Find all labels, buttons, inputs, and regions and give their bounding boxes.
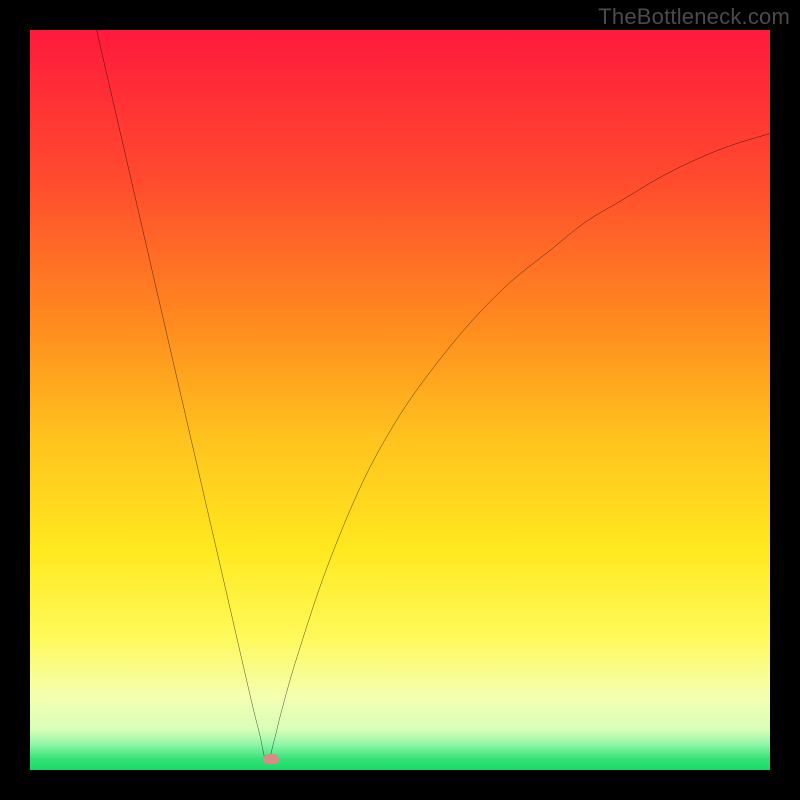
watermark-label: TheBottleneck.com — [598, 4, 790, 30]
bottleneck-curve — [30, 30, 770, 770]
plot-area — [30, 30, 770, 770]
minimum-marker — [263, 754, 279, 764]
frame: TheBottleneck.com — [0, 0, 800, 800]
